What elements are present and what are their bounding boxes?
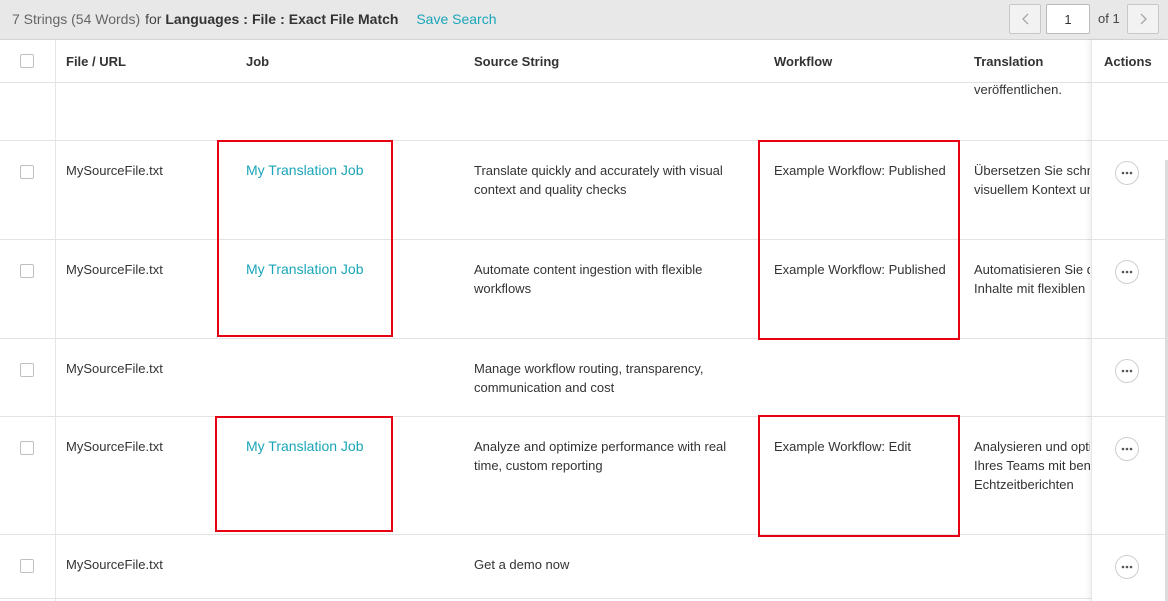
column-header-translation[interactable]: Translation [974, 54, 1043, 69]
file-name: MySourceFile.txt [66, 361, 163, 376]
more-horizontal-icon [1121, 270, 1133, 274]
row-divider [1092, 140, 1168, 141]
source-string[interactable]: Analyze and optimize performance with re… [474, 437, 726, 475]
row-divider [1092, 416, 1168, 417]
more-horizontal-icon [1121, 369, 1133, 373]
header-divider [1092, 82, 1168, 83]
row-divider [0, 416, 1168, 417]
chevron-right-icon [1140, 13, 1147, 25]
translation-line: Ihres Teams mit benutzerdefinierten [974, 458, 1090, 473]
for-label: for [145, 11, 162, 27]
select-all-checkbox[interactable] [20, 54, 34, 68]
row-checkbox[interactable] [20, 559, 34, 573]
source-line: Automate content ingestion with flexible [474, 262, 703, 277]
more-horizontal-icon [1121, 565, 1133, 569]
row-divider [1092, 534, 1168, 535]
row-divider [0, 534, 1168, 535]
source-line: communication and cost [474, 380, 615, 395]
row-divider [0, 239, 1168, 240]
source-line: time, custom reporting [474, 458, 603, 473]
column-header-file[interactable]: File / URL [66, 54, 126, 69]
row-actions-button[interactable] [1115, 260, 1139, 284]
column-header-actions: Actions [1104, 54, 1152, 69]
row-actions-button[interactable] [1115, 161, 1139, 185]
source-string[interactable]: Automate content ingestion with flexible… [474, 260, 702, 298]
string-count: 7 Strings (54 Words) [12, 11, 141, 27]
file-name: MySourceFile.txt [66, 557, 163, 572]
row-divider [1092, 338, 1168, 339]
more-horizontal-icon [1121, 171, 1133, 175]
row-actions-button[interactable] [1115, 555, 1139, 579]
source-line: context and quality checks [474, 182, 627, 197]
row-divider [0, 338, 1168, 339]
highlight-box-workflow [758, 140, 960, 340]
actions-column: Actions [1091, 40, 1168, 601]
highlight-box-job [215, 416, 393, 532]
file-name: MySourceFile.txt [66, 262, 163, 277]
row-divider [0, 140, 1168, 141]
translation-line: Echtzeitberichten [974, 477, 1074, 492]
column-header-source[interactable]: Source String [474, 54, 559, 69]
save-search-link[interactable]: Save Search [416, 11, 496, 27]
row-actions-button[interactable] [1115, 437, 1139, 461]
source-line: Analyze and optimize performance with re… [474, 439, 727, 454]
source-line: Manage workflow routing, transparency, [474, 361, 704, 376]
next-page-button[interactable] [1127, 4, 1159, 34]
row-checkbox[interactable] [20, 363, 34, 377]
source-string[interactable]: Manage workflow routing, transparency, co… [474, 359, 704, 397]
highlight-box-workflow [758, 415, 960, 537]
translation-line: Inhalte mit flexiblen [974, 281, 1086, 296]
row-checkbox[interactable] [20, 165, 34, 179]
column-header-job[interactable]: Job [246, 54, 269, 69]
source-line: workflows [474, 281, 532, 296]
translation-text[interactable]: Automatisieren Sie die Inhalte mit flexib… [974, 260, 1090, 298]
source-line: Translate quickly and accurately with vi… [474, 163, 723, 178]
source-string[interactable]: Get a demo now [474, 555, 569, 574]
more-horizontal-icon [1121, 447, 1133, 451]
row-divider [1092, 239, 1168, 240]
column-divider [55, 40, 56, 601]
filter-separator: : [243, 11, 248, 27]
translation-text[interactable]: Analysieren und optimieren Ihres Teams mi… [974, 437, 1090, 494]
results-toolbar: 7 Strings (54 Words) for Languages: File: E… [0, 0, 1168, 40]
search-summary: 7 Strings (54 Words) for Languages: File: E… [12, 11, 497, 27]
file-name: MySourceFile.txt [66, 163, 163, 178]
source-string[interactable]: Translate quickly and accurately with vi… [474, 161, 723, 199]
page-total: of 1 [1098, 11, 1120, 26]
file-name: MySourceFile.txt [66, 439, 163, 454]
translation-text: veröffentlichen. [974, 82, 1062, 97]
translation-line: Übersetzen Sie schnell [974, 163, 1090, 178]
row-divider [0, 598, 1168, 599]
translation-text[interactable]: Übersetzen Sie schnell visuellem Kontext … [974, 161, 1090, 199]
filter-separator: : [280, 11, 285, 27]
filter-languages: Languages [165, 11, 240, 27]
chevron-left-icon [1021, 13, 1028, 25]
column-header-workflow[interactable]: Workflow [774, 54, 832, 69]
translation-line: visuellem Kontext und [974, 182, 1090, 197]
row-actions-button[interactable] [1115, 359, 1139, 383]
filter-file: File [251, 11, 277, 27]
page-number-input[interactable] [1046, 4, 1090, 34]
previous-page-button[interactable] [1009, 4, 1041, 34]
filter-match: Exact File Match [288, 11, 399, 27]
row-checkbox[interactable] [20, 264, 34, 278]
row-checkbox[interactable] [20, 441, 34, 455]
translation-line: Automatisieren Sie die [974, 262, 1090, 277]
translation-line: Analysieren und optimieren [974, 439, 1090, 454]
highlight-box-job [217, 140, 393, 337]
